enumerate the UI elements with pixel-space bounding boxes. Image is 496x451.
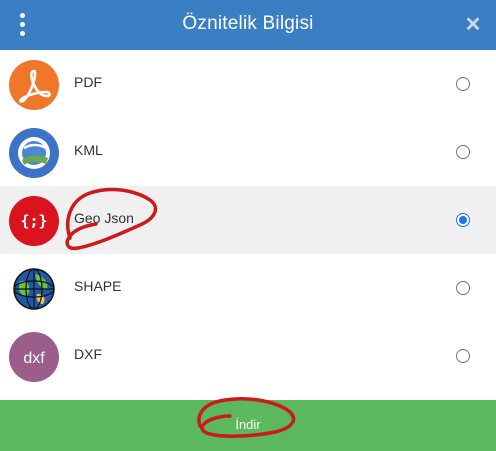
format-option-kml[interactable]: KML [0, 118, 496, 186]
format-label-shape: SHAPE [74, 278, 122, 294]
globe-icon [9, 264, 59, 314]
dialog-title: Öznitelik Bilgisi [182, 13, 314, 34]
google-earth-icon [9, 128, 59, 178]
geojson-icon: {;} [9, 196, 59, 246]
radio-pdf[interactable] [456, 77, 470, 91]
radio-dxf[interactable] [456, 349, 470, 363]
format-option-shape[interactable]: SHAPE [0, 254, 496, 322]
dxf-icon-text: dxf [23, 350, 45, 367]
format-option-dxf[interactable]: dxf DXF [0, 322, 496, 390]
format-option-geojson[interactable]: {;} Geo Json [0, 186, 496, 254]
geojson-icon-text: {;} [20, 212, 47, 230]
pdf-icon [9, 60, 59, 110]
format-label-pdf: PDF [74, 74, 102, 90]
dialog-header: Öznitelik Bilgisi ✕ [0, 0, 496, 50]
dxf-icon: dxf [9, 332, 59, 382]
format-option-pdf[interactable]: PDF [0, 50, 496, 118]
radio-kml[interactable] [456, 145, 470, 159]
radio-geojson[interactable] [456, 213, 470, 227]
close-icon[interactable]: ✕ [462, 14, 484, 36]
format-label-kml: KML [74, 142, 103, 158]
format-label-dxf: DXF [74, 346, 102, 362]
format-label-geojson: Geo Json [74, 210, 134, 226]
download-button[interactable]: İndir [0, 400, 496, 451]
download-button-label: İndir [235, 417, 261, 432]
radio-shape[interactable] [456, 281, 470, 295]
format-list: PDF KML {;} Geo Json SHAPE dxf DXF [0, 50, 496, 400]
